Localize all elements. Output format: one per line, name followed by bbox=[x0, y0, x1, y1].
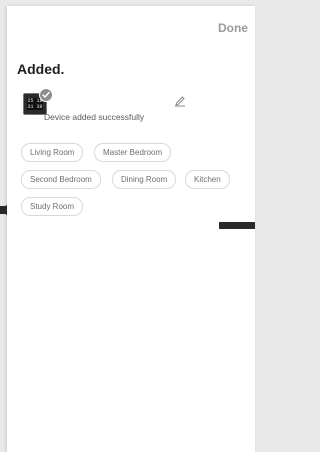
left-arrow-tail bbox=[0, 206, 7, 214]
room-chip-study-room[interactable]: Study Room bbox=[21, 197, 84, 216]
room-chip-kitchen[interactable]: Kitchen bbox=[185, 170, 230, 189]
device-added-panel: Done Added. 25 18 31 39 Device added suc… bbox=[7, 6, 255, 452]
room-chip-dining-room[interactable]: Dining Room bbox=[112, 170, 177, 189]
room-chip-master-bedroom[interactable]: Master Bedroom bbox=[94, 143, 172, 162]
done-button[interactable]: Done bbox=[218, 21, 248, 35]
room-chip-living-room[interactable]: Living Room bbox=[21, 143, 84, 162]
page-title: Added. bbox=[17, 61, 65, 77]
room-chip-second-bedroom[interactable]: Second Bedroom bbox=[21, 170, 101, 189]
check-icon bbox=[39, 88, 53, 102]
pencil-icon[interactable] bbox=[174, 94, 186, 107]
right-arrow-bar bbox=[219, 222, 255, 229]
device-added-message: Device added successfully bbox=[44, 112, 145, 122]
